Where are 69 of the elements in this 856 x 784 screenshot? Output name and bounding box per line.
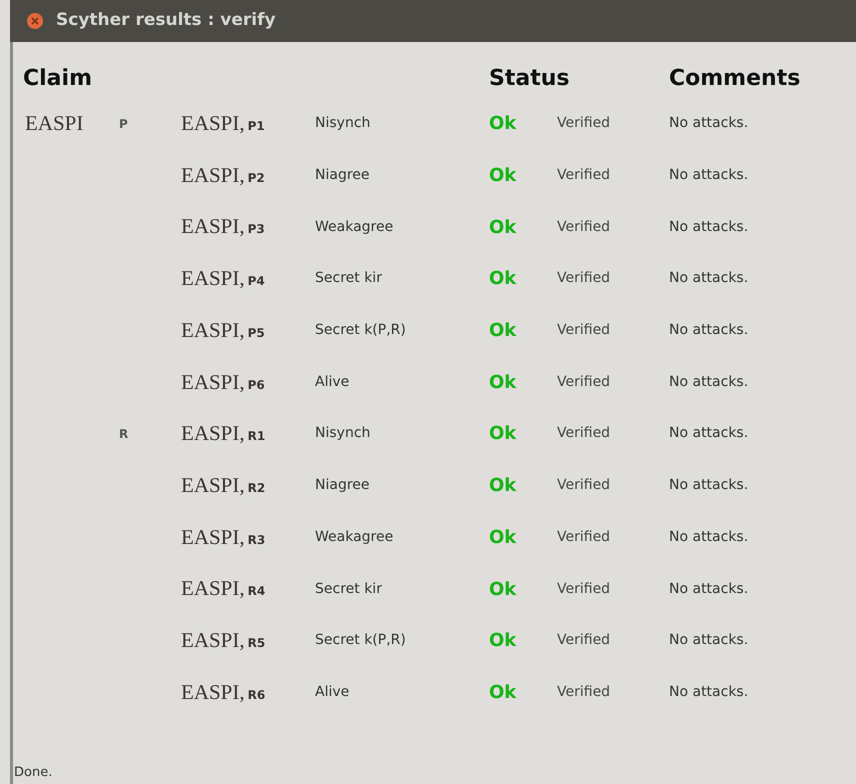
claim-type: Niagree <box>315 166 370 186</box>
status-value: Ok <box>489 578 516 602</box>
status-value: Ok <box>489 164 516 188</box>
claim-type: Alive <box>315 682 350 702</box>
status-value: Ok <box>489 526 516 550</box>
comment-text: No attacks. <box>669 321 748 340</box>
comment-text: No attacks. <box>669 166 748 186</box>
result-text: Verified <box>557 218 610 237</box>
comment-text: No attacks. <box>669 682 748 702</box>
comment-text: No attacks. <box>669 269 748 288</box>
status-value: Ok <box>489 629 516 654</box>
claim-id: EASPI,P4 <box>181 265 265 292</box>
role-label: P <box>118 116 128 133</box>
result-text: Verified <box>557 476 610 496</box>
claim-id: EASPI,R5 <box>181 626 266 654</box>
comment-text: No attacks. <box>669 372 748 392</box>
status-value: Ok <box>489 319 516 344</box>
claim-id: EASPI,R1 <box>181 420 266 448</box>
result-text: Verified <box>557 269 610 288</box>
claim-id: EASPI,R2 <box>181 472 266 499</box>
status-value: Ok <box>489 422 516 446</box>
comment-text: No attacks. <box>669 114 748 134</box>
status-value: Ok <box>489 370 516 395</box>
claim-id: EASPI,R3 <box>181 524 266 551</box>
claim-type: Nisynch <box>315 114 370 134</box>
status-value: Ok <box>489 216 516 240</box>
comment-text: No attacks. <box>669 424 748 444</box>
status-value: Ok <box>489 112 516 136</box>
claim-type: Niagree <box>315 476 370 496</box>
claim-type: Nisynch <box>315 424 370 444</box>
claim-id: EASPI,P2 <box>181 162 265 189</box>
claim-type: Alive <box>315 372 350 392</box>
comment-text: No attacks. <box>669 218 748 237</box>
claim-id: EASPI,P6 <box>181 368 265 396</box>
column-header: Comments <box>669 64 800 92</box>
claim-id: EASPI,P3 <box>181 213 265 240</box>
claim-id: EASPI,R6 <box>181 678 266 706</box>
claim-type: Secret k(P,R) <box>315 321 406 340</box>
result-text: Verified <box>557 321 610 340</box>
claim-type: Weakagree <box>315 528 394 547</box>
claim-id: EASPI,P1 <box>181 110 265 138</box>
result-text: Verified <box>557 424 610 444</box>
role-label: R <box>118 426 128 443</box>
status-text: Done. <box>13 764 54 782</box>
result-text: Verified <box>557 114 610 134</box>
claim-type: Secret kir <box>315 580 382 599</box>
claim-id: EASPI,R4 <box>181 575 266 602</box>
comment-text: No attacks. <box>669 476 748 496</box>
comment-text: No attacks. <box>669 528 748 547</box>
status-value: Ok <box>489 267 516 292</box>
status-value: Ok <box>489 680 516 705</box>
claim-type: Secret k(P,R) <box>315 631 406 650</box>
result-text: Verified <box>557 372 610 392</box>
column-header: Status <box>489 64 570 92</box>
claim-type: Weakagree <box>315 218 394 237</box>
status-value: Ok <box>489 474 516 498</box>
column-header: Claim <box>23 64 92 92</box>
result-text: Verified <box>557 528 610 547</box>
result-text: Verified <box>557 631 610 650</box>
result-text: Verified <box>557 580 610 599</box>
result-text: Verified <box>557 682 610 702</box>
window-title: Scyther results : verify <box>56 9 276 32</box>
result-text: Verified <box>557 166 610 186</box>
comment-text: No attacks. <box>669 631 748 650</box>
comment-text: No attacks. <box>669 580 748 599</box>
claim-id: EASPI,P5 <box>181 316 265 344</box>
protocol-name: EASPI <box>24 110 84 138</box>
close-icon[interactable] <box>26 12 44 30</box>
claim-type: Secret kir <box>315 269 382 288</box>
